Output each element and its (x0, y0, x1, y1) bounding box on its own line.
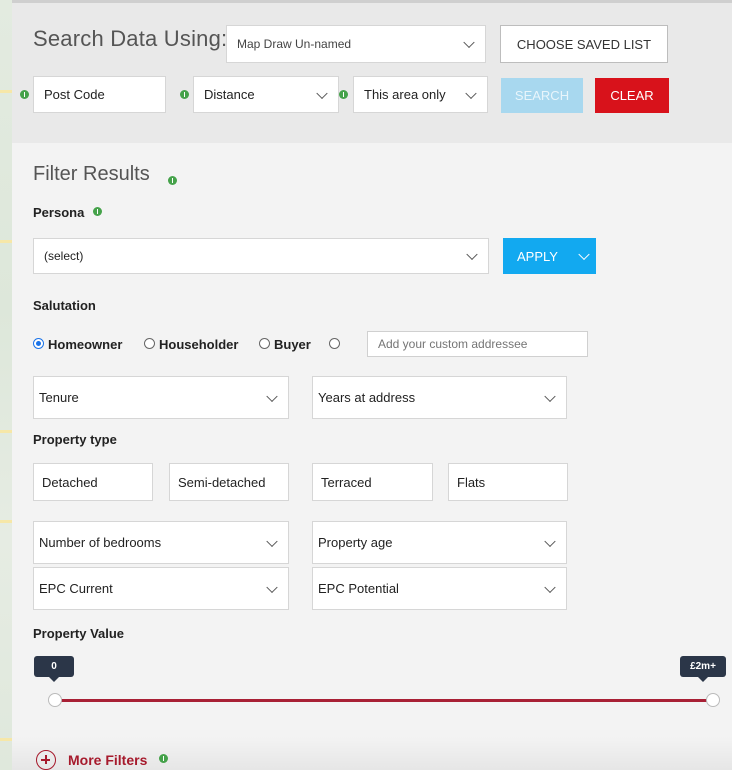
choose-saved-list-button[interactable]: CHOOSE SAVED LIST (500, 25, 668, 63)
persona-label: Persona (33, 205, 85, 220)
chevron-down-icon (266, 535, 278, 547)
map-road (0, 738, 12, 741)
tenure-select-value: Tenure (39, 390, 79, 405)
custom-addressee-radio[interactable] (329, 338, 340, 349)
homeowner-label[interactable]: Homeowner (48, 337, 122, 352)
clear-button[interactable]: CLEAR (595, 78, 669, 113)
chevron-down-icon (465, 87, 477, 99)
search-panel: Search Data Using: Map Draw Un-named CHO… (12, 0, 732, 770)
epc-current-value: EPC Current (39, 581, 113, 596)
more-filters-bar[interactable]: More Filters (12, 737, 732, 770)
info-icon[interactable] (20, 90, 29, 99)
plus-circle-icon[interactable] (36, 750, 56, 770)
info-icon[interactable] (339, 90, 348, 99)
property-type-label: Semi-detached (178, 474, 266, 490)
epc-potential-select[interactable]: EPC Potential (312, 567, 567, 610)
area-select[interactable]: This area only (353, 76, 488, 113)
chevron-down-icon (466, 248, 478, 261)
search-data-title: Search Data Using: (33, 26, 228, 51)
distance-select-value: Distance (204, 87, 255, 102)
chevron-down-icon (463, 36, 475, 49)
search-button[interactable]: SEARCH (501, 78, 583, 113)
filter-results-title: Filter Results (33, 163, 150, 186)
info-icon[interactable] (93, 207, 102, 216)
map-road (0, 430, 12, 433)
map-road (0, 520, 12, 523)
chevron-down-icon (266, 390, 278, 402)
buyer-label[interactable]: Buyer (274, 337, 311, 352)
info-icon[interactable] (180, 90, 189, 99)
property-type-label: Terraced (321, 474, 372, 490)
min-value-tooltip: 0 (34, 656, 74, 682)
max-value-handle[interactable] (706, 693, 720, 707)
number-of-bedrooms-select[interactable]: Number of bedrooms (33, 521, 289, 564)
apply-button[interactable]: APPLY (503, 238, 596, 274)
property-value-slider[interactable] (55, 699, 713, 702)
property-age-select[interactable]: Property age (312, 521, 567, 564)
search-data-section: Search Data Using: Map Draw Un-named CHO… (12, 0, 732, 143)
persona-select-value: (select) (44, 249, 84, 263)
custom-addressee-input[interactable] (367, 331, 588, 357)
tenure-select[interactable]: Tenure (33, 376, 289, 419)
map-background[interactable] (0, 0, 12, 770)
more-filters-label[interactable]: More Filters (68, 752, 147, 768)
years-at-address-select[interactable]: Years at address (312, 376, 567, 419)
chevron-down-icon (266, 581, 278, 593)
apply-label: APPLY (517, 248, 558, 264)
property-type-label: Detached (42, 474, 98, 490)
property-type-semi-detached[interactable]: Semi-detached (169, 463, 289, 501)
salutation-label: Salutation (33, 298, 96, 313)
property-value-label: Property Value (33, 626, 125, 641)
map-road (0, 240, 12, 243)
postcode-input[interactable]: Post Code (33, 76, 166, 113)
map-road (0, 90, 12, 93)
buyer-radio[interactable] (259, 338, 270, 349)
property-type-label: Property type (33, 432, 117, 447)
chevron-down-icon (544, 390, 556, 402)
info-icon[interactable] (159, 754, 168, 763)
householder-label[interactable]: Householder (159, 337, 238, 352)
area-select-value: This area only (364, 87, 446, 102)
chevron-down-icon (578, 248, 590, 261)
householder-radio[interactable] (144, 338, 155, 349)
number-of-bedrooms-value: Number of bedrooms (39, 535, 162, 550)
property-type-terraced[interactable]: Terraced (312, 463, 433, 501)
chevron-down-icon (544, 535, 556, 547)
chevron-down-icon (316, 87, 328, 99)
property-type-flats[interactable]: Flats (448, 463, 568, 501)
info-icon[interactable] (168, 176, 177, 185)
homeowner-radio[interactable] (33, 338, 44, 349)
property-type-detached[interactable]: Detached (33, 463, 153, 501)
years-at-address-value: Years at address (318, 390, 416, 405)
persona-select[interactable]: (select) (33, 238, 489, 274)
property-age-value: Property age (318, 535, 393, 550)
map-draw-select-value: Map Draw Un-named (237, 37, 352, 51)
filter-results-label: Filter Results (33, 163, 150, 185)
epc-current-select[interactable]: EPC Current (33, 567, 289, 610)
max-value-tooltip: £2m+ (680, 656, 726, 682)
property-type-label: Flats (457, 474, 486, 490)
epc-potential-value: EPC Potential (318, 581, 399, 596)
chevron-down-icon (544, 581, 556, 593)
postcode-placeholder: Post Code (44, 87, 105, 102)
map-draw-select[interactable]: Map Draw Un-named (226, 25, 486, 63)
distance-select[interactable]: Distance (193, 76, 339, 113)
min-value-handle[interactable] (48, 693, 62, 707)
